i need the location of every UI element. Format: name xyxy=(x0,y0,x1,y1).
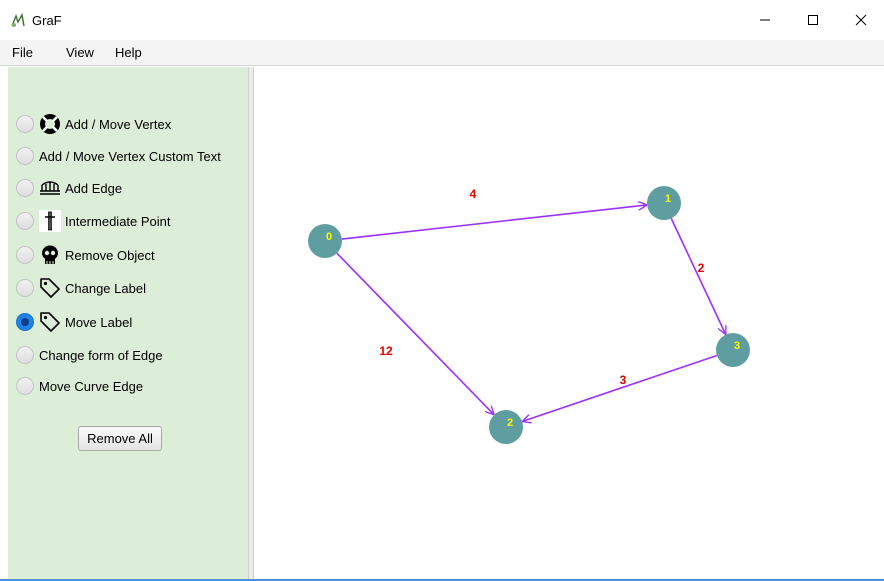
menu-help[interactable]: Help xyxy=(115,45,142,60)
vertex-label: 1 xyxy=(665,193,671,205)
close-button[interactable] xyxy=(838,0,884,40)
radio-button[interactable] xyxy=(16,279,34,297)
radio-button[interactable] xyxy=(16,179,34,197)
minimize-button[interactable] xyxy=(742,0,788,40)
tool-label: Intermediate Point xyxy=(65,213,171,229)
menu-bar: File View Help xyxy=(0,40,884,66)
menu-view[interactable]: View xyxy=(66,45,94,60)
tool-change-label[interactable]: Change Label xyxy=(16,274,146,302)
radio-button[interactable] xyxy=(16,212,34,230)
vertex-label: 2 xyxy=(507,417,513,429)
radio-button-selected[interactable] xyxy=(16,313,34,331)
edge-weight-label[interactable]: 4 xyxy=(470,187,477,201)
tool-add-move-vertex[interactable]: Add / Move Vertex xyxy=(16,110,171,138)
tool-label: Move Curve Edge xyxy=(39,378,144,394)
graph-edge-3-2[interactable] xyxy=(522,354,718,421)
menu-file[interactable]: File xyxy=(12,45,33,60)
tool-label: Add / Move Vertex Custom Text xyxy=(39,148,221,164)
tool-panel: Add / Move Vertex Add / Move Vertex Cust… xyxy=(8,67,248,579)
tool-label: Add / Move Vertex xyxy=(65,116,172,132)
radio-button[interactable] xyxy=(16,246,34,264)
graph-edge-0-1[interactable] xyxy=(341,205,647,240)
life-ring-icon xyxy=(39,113,61,135)
tool-move-curve-edge[interactable]: Move Curve Edge xyxy=(16,372,143,400)
edge-weight-label[interactable]: 2 xyxy=(698,261,705,275)
tool-label: Remove Object xyxy=(65,247,155,263)
tag-icon xyxy=(39,277,61,299)
edge-weight-label[interactable]: 3 xyxy=(620,373,627,387)
vertex-label: 0 xyxy=(326,231,332,243)
tool-change-form-of-edge[interactable]: Change form of Edge xyxy=(16,341,163,369)
graph-edge-1-3[interactable] xyxy=(670,218,726,334)
radio-button[interactable] xyxy=(16,377,34,395)
tool-label: Add Edge xyxy=(65,180,123,196)
maximize-button[interactable] xyxy=(790,0,836,40)
tool-label: Change form of Edge xyxy=(39,347,163,363)
app-logo-icon xyxy=(11,13,25,27)
remove-all-button[interactable]: Remove All xyxy=(78,426,162,451)
tool-move-label[interactable]: Move Label xyxy=(16,308,132,336)
graph-edge-0-2[interactable] xyxy=(336,252,494,415)
close-icon xyxy=(855,14,867,26)
tool-label: Change Label xyxy=(65,280,146,296)
vertex-label: 3 xyxy=(734,340,740,352)
tool-remove-object[interactable]: Remove Object xyxy=(16,241,155,269)
tool-add-edge[interactable]: Add Edge xyxy=(16,174,122,202)
maximize-icon xyxy=(808,15,818,25)
window-title: GraF xyxy=(32,13,62,28)
tool-label: Move Label xyxy=(65,314,133,330)
radio-button[interactable] xyxy=(16,115,34,133)
tag-icon xyxy=(39,311,61,333)
graph-canvas[interactable]: 0123 4 2 12 3 xyxy=(254,67,884,579)
tool-add-move-vertex-custom-text[interactable]: Add / Move Vertex Custom Text xyxy=(16,142,221,170)
radio-button[interactable] xyxy=(16,346,34,364)
tool-intermediate-point[interactable]: Intermediate Point xyxy=(16,207,171,235)
cross-icon xyxy=(39,210,61,232)
app-window: GraF File View Help Add / Move Vertex Ad… xyxy=(0,0,884,581)
graph-drawing[interactable]: 0123 42123 xyxy=(254,67,884,579)
bridge-icon xyxy=(39,177,61,199)
title-bar: GraF xyxy=(0,0,884,40)
edge-weight-label[interactable]: 12 xyxy=(379,344,393,358)
skull-icon xyxy=(39,244,61,266)
radio-button[interactable] xyxy=(16,147,34,165)
minimize-icon xyxy=(760,19,770,21)
